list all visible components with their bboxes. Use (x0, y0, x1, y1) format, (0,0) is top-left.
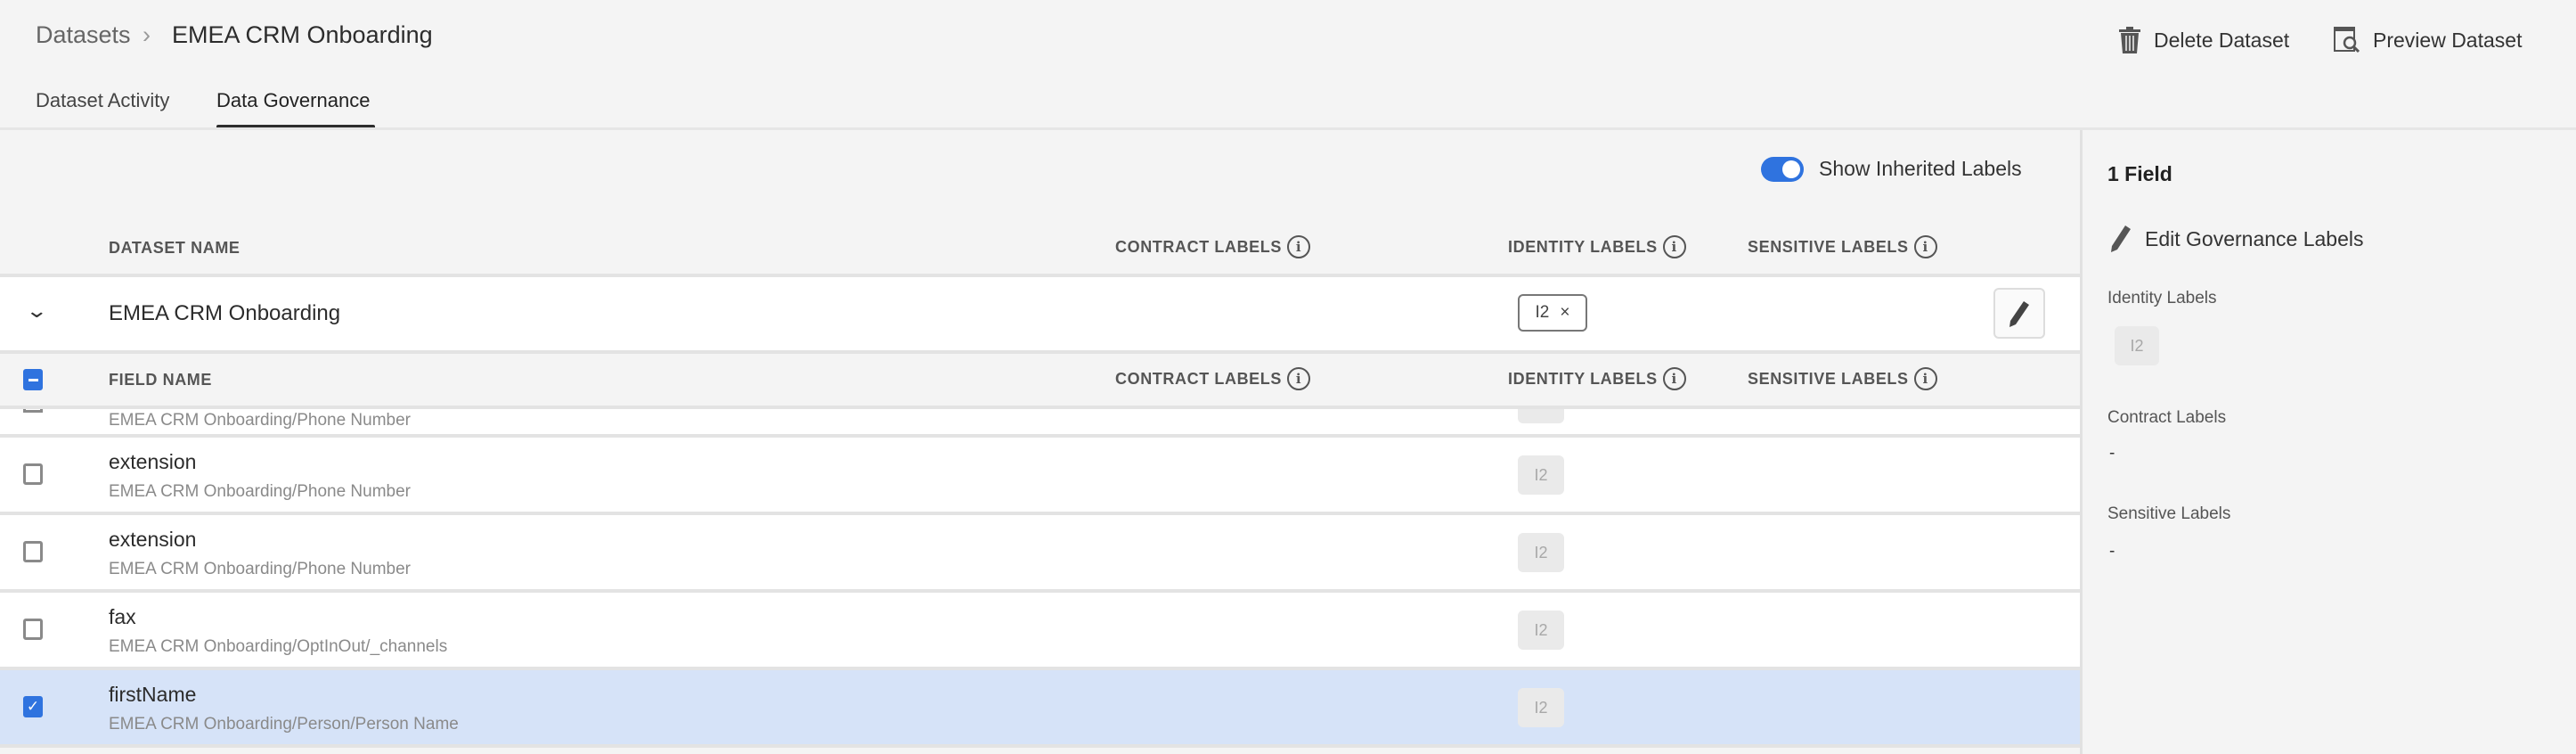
info-icon[interactable]: i (1287, 235, 1310, 258)
col-sensitive-labels: SENSITIVE LABELS i (1748, 367, 1937, 390)
show-inherited-labels-label: Show Inherited Labels (1819, 157, 2022, 180)
contract-labels-value: - (2109, 444, 2115, 463)
sensitive-labels-value: - (2109, 542, 2115, 561)
field-path: EMEA CRM Onboarding/Phone Number (109, 411, 411, 430)
field-name: extension (109, 450, 197, 473)
col-field-name: FIELD NAME (109, 371, 212, 389)
field-path: EMEA CRM Onboarding/Phone Number (109, 482, 411, 501)
field-name: firstName (109, 683, 197, 706)
identity-label-chip: I2 (2115, 326, 2159, 365)
col-label: CONTRACT LABELS (1115, 237, 1282, 256)
identity-label-chip: I2 (1518, 611, 1564, 650)
table-row-partial[interactable]: EMEA CRM Onboarding/Phone Number (0, 409, 2080, 434)
table-row[interactable]: extension EMEA CRM Onboarding/Phone Numb… (0, 515, 2080, 589)
chevron-down-icon[interactable]: ⌄ (25, 299, 48, 323)
col-label: FIELD NAME (109, 371, 212, 389)
field-name: extension (109, 528, 197, 551)
identity-label-chip[interactable]: I2 × (1518, 294, 1587, 332)
info-icon[interactable]: i (1287, 367, 1310, 390)
row-checkbox[interactable] (23, 463, 43, 485)
col-sensitive-labels: SENSITIVE LABELS i (1748, 235, 1937, 258)
tab-dataset-activity[interactable]: Dataset Activity (36, 89, 169, 112)
identity-label-chip: I2 (1518, 533, 1564, 572)
identity-label-chip: I2 (1518, 455, 1564, 495)
col-identity-labels: IDENTITY LABELS i (1508, 367, 1686, 390)
row-checkbox[interactable] (23, 409, 43, 413)
table-row[interactable]: ✓ firstName EMEA CRM Onboarding/Person/P… (0, 670, 2080, 744)
identity-label-chip: I2 (1518, 688, 1564, 727)
field-name: fax (109, 605, 136, 628)
col-label: SENSITIVE LABELS (1748, 369, 1909, 388)
col-label: SENSITIVE LABELS (1748, 237, 1909, 256)
divider (0, 744, 2080, 748)
info-icon[interactable]: i (1662, 235, 1686, 258)
table-row[interactable]: extension EMEA CRM Onboarding/Phone Numb… (0, 438, 2080, 512)
preview-dataset-label: Preview Dataset (2373, 28, 2523, 52)
col-label: IDENTITY LABELS (1508, 369, 1658, 388)
field-path: EMEA CRM Onboarding/OptInOut/_channels (109, 637, 448, 656)
col-contract-labels: CONTRACT LABELS i (1115, 235, 1310, 258)
row-checkbox[interactable] (23, 619, 43, 640)
dataset-row-name: EMEA CRM Onboarding (109, 301, 341, 325)
delete-dataset-button[interactable]: Delete Dataset (2118, 27, 2289, 53)
identity-label-chip (1518, 409, 1564, 423)
remove-label-icon[interactable]: × (1560, 303, 1569, 323)
col-identity-labels: IDENTITY LABELS i (1508, 235, 1686, 258)
preview-icon (2334, 27, 2360, 53)
sensitive-labels-title: Sensitive Labels (2107, 504, 2231, 523)
info-icon[interactable]: i (1662, 367, 1686, 390)
breadcrumb-datasets[interactable]: Datasets (36, 21, 131, 49)
col-label: IDENTITY LABELS (1508, 237, 1658, 256)
page-title: EMEA CRM Onboarding (172, 21, 433, 48)
pencil-icon (2009, 300, 2029, 327)
show-inherited-labels-toggle[interactable] (1761, 157, 1804, 182)
preview-dataset-button[interactable]: Preview Dataset (2334, 27, 2522, 53)
breadcrumb-chevron-icon: › (143, 21, 151, 48)
table-row[interactable]: fax EMEA CRM Onboarding/OptInOut/_channe… (0, 593, 2080, 667)
trash-icon (2119, 27, 2140, 53)
edit-dataset-labels-button[interactable] (1993, 288, 2045, 339)
col-label: DATASET NAME (109, 239, 240, 257)
row-checkbox[interactable]: ✓ (23, 696, 43, 717)
col-contract-labels: CONTRACT LABELS i (1115, 367, 1310, 390)
identity-labels-title: Identity Labels (2107, 289, 2217, 307)
info-icon[interactable]: i (1913, 367, 1937, 390)
delete-dataset-label: Delete Dataset (2154, 28, 2290, 52)
details-sidebar: 1 Field Edit Governance Labels Identity … (2080, 130, 2576, 754)
info-icon[interactable]: i (1913, 235, 1937, 258)
chip-label: I2 (1535, 303, 1550, 322)
tab-data-governance[interactable]: Data Governance (216, 89, 370, 112)
select-all-checkbox[interactable] (23, 369, 43, 390)
selected-count: 1 Field (2107, 162, 2172, 185)
col-label: CONTRACT LABELS (1115, 369, 1282, 388)
edit-governance-labels-button[interactable]: Edit Governance Labels (2109, 225, 2364, 253)
contract-labels-title: Contract Labels (2107, 408, 2227, 427)
field-path: EMEA CRM Onboarding/Person/Person Name (109, 715, 459, 734)
edit-governance-labels-label: Edit Governance Labels (2145, 226, 2364, 250)
divider (0, 350, 2080, 354)
row-checkbox[interactable] (23, 541, 43, 562)
pencil-icon (2111, 225, 2131, 252)
col-dataset-name: DATASET NAME (109, 239, 240, 258)
field-path: EMEA CRM Onboarding/Phone Number (109, 560, 411, 578)
